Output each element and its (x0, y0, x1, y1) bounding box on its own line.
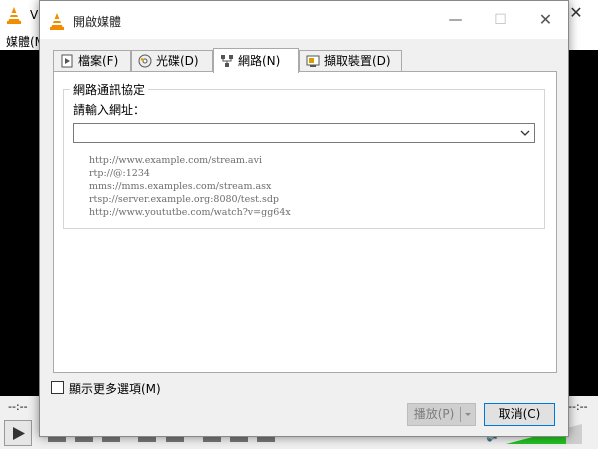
tab-file-label: 檔案(F) (78, 54, 119, 68)
url-label: 請輸入網址： (73, 103, 146, 117)
group-title: 網路通訊協定 (70, 81, 149, 98)
play-split-button[interactable]: 播放(P) (407, 403, 476, 426)
close-icon[interactable]: ✕ (523, 1, 568, 39)
tab-network-label: 網路(N) (238, 54, 281, 68)
disc-icon (138, 54, 152, 68)
play-icon (13, 427, 25, 440)
tab-capture-device[interactable]: 擷取裝置(D) (299, 50, 402, 71)
chevron-down-icon[interactable] (461, 404, 475, 425)
example-url: rtp://@:1234 (89, 168, 150, 179)
elapsed-time: --:-- (8, 400, 28, 413)
tab-file[interactable]: 檔案(F) (53, 50, 131, 71)
example-url: http://www.yoututbe.com/watch?v=gg64x (89, 207, 291, 218)
remaining-time: --:-- (568, 400, 588, 413)
tab-disc-label: 光碟(D) (156, 54, 199, 68)
show-more-options-checkbox[interactable] (51, 381, 64, 394)
tab-disc[interactable]: 光碟(D) (131, 50, 213, 71)
url-examples: http://www.example.com/stream.avi rtp://… (89, 154, 291, 219)
play-button[interactable]: 播放(P) (408, 404, 460, 425)
main-close-icon[interactable]: ✕ (568, 4, 584, 22)
file-icon (61, 54, 73, 68)
network-tab-panel: 網路通訊協定 請輸入網址： http://www.example.com/str… (53, 71, 557, 373)
tab-network[interactable]: 網路(N) (213, 48, 299, 73)
minimize-icon[interactable]: — (433, 1, 478, 39)
open-media-dialog: 開啟媒體 — ☐ ✕ 檔案(F) 光碟(D) 網路(N) 擷取裝置(D) 網路通… (39, 0, 569, 437)
vlc-cone-icon (50, 13, 64, 30)
network-icon (221, 55, 233, 67)
capture-device-icon (306, 55, 320, 67)
chevron-down-icon[interactable] (518, 126, 532, 140)
tab-strip: 檔案(F) 光碟(D) 網路(N) 擷取裝置(D) (53, 48, 557, 73)
example-url: mms://mms.examples.com/stream.asx (89, 181, 272, 192)
example-url: rtsp://server.example.org:8080/test.sdp (89, 194, 279, 205)
dialog-titlebar: 開啟媒體 — ☐ ✕ (40, 1, 568, 39)
dialog-title: 開啟媒體 (73, 15, 122, 29)
url-input[interactable] (74, 124, 522, 142)
maximize-icon: ☐ (494, 12, 507, 28)
url-combobox[interactable] (73, 123, 535, 143)
show-more-options-label[interactable]: 顯示更多選項(M) (69, 380, 161, 397)
example-url: http://www.example.com/stream.avi (89, 155, 263, 166)
tab-capture-device-label: 擷取裝置(D) (324, 54, 391, 68)
network-protocol-group: 網路通訊協定 請輸入網址： http://www.example.com/str… (63, 81, 545, 229)
cancel-button[interactable]: 取消(C) (484, 403, 555, 426)
vlc-cone-icon (7, 7, 21, 24)
main-play-button[interactable] (4, 420, 32, 446)
